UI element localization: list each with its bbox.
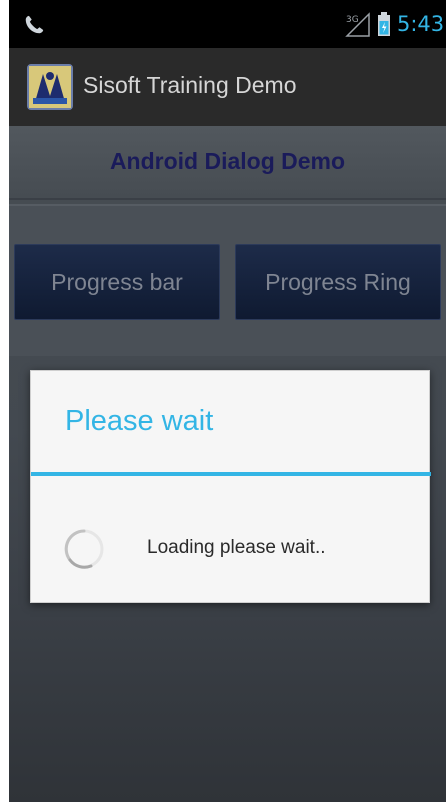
dialog-divider	[31, 472, 431, 476]
progress-ring-button[interactable]: Progress Ring	[235, 244, 441, 320]
status-clock: 5:43	[397, 12, 445, 36]
button-panel: Progress bar Progress Ring	[9, 204, 446, 356]
header-band: Android Dialog Demo	[9, 126, 446, 200]
device-screen: 3G 5:43 Sisoft Training Demo Android Dia…	[9, 0, 446, 802]
progress-dialog: Please wait Loading please wait..	[30, 370, 431, 603]
battery-icon	[378, 12, 390, 36]
dialog-title: Please wait	[65, 405, 214, 437]
dialog-message: Loading please wait..	[147, 537, 326, 558]
page-title: Android Dialog Demo	[109, 148, 346, 174]
phone-icon	[25, 15, 44, 34]
progress-bar-button[interactable]: Progress bar	[14, 244, 220, 320]
status-bar: 3G 5:43	[9, 0, 446, 48]
app-logo-icon[interactable]	[27, 64, 73, 110]
spinner-icon	[64, 529, 104, 569]
signal-icon: 3G	[345, 12, 370, 37]
app-title: Sisoft Training Demo	[83, 72, 297, 98]
network-type-label: 3G	[346, 15, 359, 25]
action-bar: Sisoft Training Demo	[9, 48, 446, 126]
